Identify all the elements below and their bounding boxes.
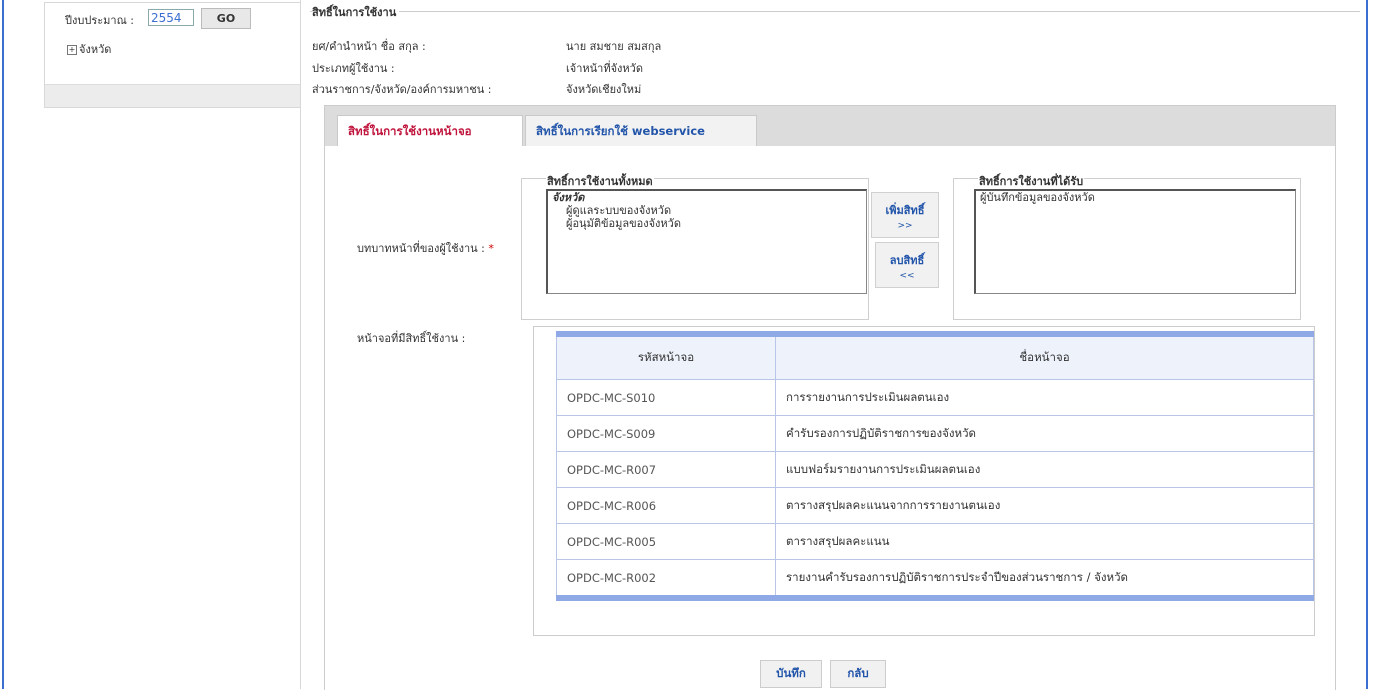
all-permissions-fieldset: สิทธิ์การใช้งานทั้งหมด จังหวัด ผู้ดูแลระ… bbox=[521, 172, 869, 320]
screen-name-cell: ตารางสรุปผลคะแนน bbox=[775, 523, 1314, 560]
sidebar-footer-bar bbox=[45, 84, 300, 107]
tree-item-province[interactable]: จังหวัด bbox=[79, 43, 111, 56]
screen-name-cell: คำรับรองการปฏิบัติราชการของจังหวัด bbox=[775, 415, 1314, 452]
table-row: OPDC-MC-S009 คำรับรองการปฏิบัติราชการของจ… bbox=[556, 415, 1314, 452]
list-item[interactable]: ผู้อนุมัติข้อมูลของจังหวัด bbox=[548, 217, 866, 230]
section-title: สิทธิ์ในการใช้งาน bbox=[312, 3, 400, 21]
list-item[interactable]: ผู้บันทึกข้อมูลของจังหวัด bbox=[976, 191, 1295, 204]
screen-code-cell: OPDC-MC-R006 bbox=[556, 487, 776, 524]
fiscal-year-label: ปีงบประมาณ : bbox=[65, 14, 134, 27]
tab-webservice-permissions[interactable]: สิทธิ์ในการเรียกใช้ webservice bbox=[525, 115, 757, 146]
screens-label: หน้าจอที่มีสิทธิ์ใช้งาน : bbox=[357, 332, 466, 345]
screen-code-cell: OPDC-MC-S009 bbox=[556, 415, 776, 452]
role-label: บทบาทหน้าที่ของผู้ใช้งาน : * bbox=[357, 239, 494, 257]
tab-bar: สิทธิ์ในการใช้งานหน้าจอ สิทธิ์ในการเรียก… bbox=[325, 106, 1335, 146]
go-button[interactable]: GO bbox=[201, 8, 251, 29]
list-group-province: จังหวัด bbox=[552, 191, 585, 204]
add-arrow-icon: >> bbox=[897, 221, 913, 231]
screen-code-cell: OPDC-MC-S010 bbox=[556, 379, 776, 416]
main-content: สิทธิ์ในการใช้งาน ยศ/คำนำหน้า ชื่อ สกุล … bbox=[310, 0, 1360, 690]
fiscal-year-input[interactable] bbox=[148, 9, 194, 26]
province-tree: + จังหวัด bbox=[67, 40, 111, 58]
name-value: นาย สมชาย สมสกุล bbox=[566, 40, 662, 53]
agency-value: จังหวัดเชียงใหม่ bbox=[566, 83, 642, 96]
screens-table-container: รหัสหน้าจอ ชื่อหน้าจอ OPDC-MC-S010 การราย… bbox=[533, 326, 1315, 636]
granted-permissions-legend: สิทธิ์การใช้งานที่ได้รับ bbox=[978, 172, 1085, 190]
screen-code-cell: OPDC-MC-R005 bbox=[556, 523, 776, 560]
table-row: OPDC-MC-R006 ตารางสรุปผลคะแนนจากการรายงาน… bbox=[556, 487, 1314, 524]
column-header-code: รหัสหน้าจอ bbox=[556, 331, 776, 380]
role-label-text: บทบาทหน้าที่ของผู้ใช้งาน : bbox=[357, 242, 485, 255]
granted-permissions-listbox[interactable]: ผู้บันทึกข้อมูลของจังหวัด bbox=[974, 189, 1296, 294]
section-divider bbox=[310, 11, 1360, 12]
screen-name-cell: ตารางสรุปผลคะแนนจากการรายงานตนเอง bbox=[775, 487, 1314, 524]
table-row: OPDC-MC-S010 การรายงานการประเมินผลตนเอง bbox=[556, 379, 1314, 416]
user-type-label: ประเภทผู้ใช้งาน : bbox=[312, 62, 395, 75]
add-permission-button[interactable]: เพิ่มสิทธิ์ >> bbox=[871, 192, 939, 238]
tab-panel: สิทธิ์ในการใช้งานหน้าจอ สิทธิ์ในการเรียก… bbox=[324, 105, 1336, 690]
tab-screen-permissions[interactable]: สิทธิ์ในการใช้งานหน้าจอ bbox=[337, 115, 523, 146]
required-mark: * bbox=[488, 242, 494, 255]
save-button[interactable]: บันทึก bbox=[760, 660, 822, 688]
table-row: OPDC-MC-R007 แบบฟอร์มรายงานการประเมินผลตน… bbox=[556, 451, 1314, 488]
sidebar-panel: ปีงบประมาณ : GO +จังหวัด bbox=[44, 2, 301, 108]
all-permissions-legend: สิทธิ์การใช้งานทั้งหมด bbox=[546, 172, 654, 190]
screen-code-cell: OPDC-MC-R007 bbox=[556, 451, 776, 488]
agency-label: ส่วนราชการ/จังหวัด/องค์การมหาชน : bbox=[312, 83, 492, 96]
remove-permission-button[interactable]: ลบสิทธิ์ << bbox=[875, 242, 939, 288]
screens-table: รหัสหน้าจอ ชื่อหน้าจอ OPDC-MC-S010 การราย… bbox=[556, 331, 1314, 601]
list-item[interactable]: ผู้ดูแลระบบของจังหวัด bbox=[548, 204, 866, 217]
screen-code-cell: OPDC-MC-R002 bbox=[556, 559, 776, 601]
panel-divider bbox=[300, 0, 301, 689]
table-row: OPDC-MC-R002 รายงานคำรับรองการปฏิบัติราชก… bbox=[556, 559, 1314, 601]
screen-name-cell: รายงานคำรับรองการปฏิบัติราชการประจำปีของ… bbox=[775, 559, 1314, 601]
screen-name-cell: การรายงานการประเมินผลตนเอง bbox=[775, 379, 1314, 416]
expand-plus-icon[interactable]: + bbox=[67, 45, 77, 55]
add-permission-label: เพิ่มสิทธิ์ bbox=[885, 204, 925, 217]
granted-permissions-fieldset: สิทธิ์การใช้งานที่ได้รับ ผู้บันทึกข้อมูล… bbox=[953, 172, 1301, 320]
column-header-name: ชื่อหน้าจอ bbox=[775, 331, 1314, 380]
remove-arrow-icon: << bbox=[899, 271, 915, 281]
all-permissions-listbox[interactable]: จังหวัด ผู้ดูแลระบบของจังหวัด ผู้อนุมัติ… bbox=[546, 189, 867, 294]
remove-permission-label: ลบสิทธิ์ bbox=[889, 254, 925, 267]
user-type-value: เจ้าหน้าที่จังหวัด bbox=[566, 62, 643, 75]
back-button[interactable]: กลับ bbox=[830, 660, 886, 688]
screen-name-cell: แบบฟอร์มรายงานการประเมินผลตนเอง bbox=[775, 451, 1314, 488]
table-header-row: รหัสหน้าจอ ชื่อหน้าจอ bbox=[556, 331, 1314, 380]
table-row: OPDC-MC-R005 ตารางสรุปผลคะแนน bbox=[556, 523, 1314, 560]
name-label: ยศ/คำนำหน้า ชื่อ สกุล : bbox=[312, 40, 426, 53]
